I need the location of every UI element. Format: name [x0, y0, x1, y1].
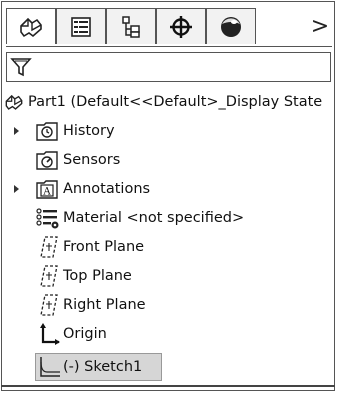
tree-filter-input[interactable] [6, 52, 331, 82]
feature-manager-icon [20, 17, 42, 37]
tree-item-label: Material <not specified> [63, 210, 245, 226]
chevron-right-icon: > [310, 13, 330, 39]
filter-icon [10, 58, 32, 77]
panel-bottom-border [1, 385, 335, 387]
tab-configuration-manager[interactable] [106, 8, 156, 44]
tab-scroll-right-button[interactable]: > [308, 12, 332, 40]
tree-item-label: History [63, 123, 115, 139]
tab-feature-manager[interactable] [6, 8, 56, 44]
history-icon [36, 122, 58, 141]
tree-item-label: Sensors [63, 152, 121, 168]
tree-item-label: Front Plane [63, 239, 145, 255]
tree-item-front-plane[interactable]: Front Plane [0, 233, 336, 261]
tree-root-part[interactable]: Part1 (Default<<Default>_Display State [0, 88, 336, 116]
tree-item-right-plane[interactable]: Right Plane [0, 291, 336, 319]
expand-arrow-icon[interactable] [14, 185, 19, 193]
expand-arrow-icon[interactable] [14, 127, 19, 135]
tree-item-label: Origin [63, 326, 107, 342]
tab-display-manager[interactable] [206, 8, 256, 44]
tree-item-annotations[interactable]: A Annotations [0, 175, 336, 203]
plane-icon [40, 294, 58, 316]
tab-divider [6, 46, 332, 47]
dimxpert-manager-icon [170, 15, 192, 38]
tree-item-label: Top Plane [63, 268, 132, 284]
tree-item-history[interactable]: History [0, 117, 336, 145]
origin-icon [40, 323, 60, 345]
tree-item-label: (-) Sketch1 [63, 359, 143, 375]
tree-item-label: Right Plane [63, 297, 146, 313]
tab-dimxpert-manager[interactable] [156, 8, 206, 44]
tab-property-manager[interactable] [56, 8, 106, 44]
display-manager-icon [221, 16, 241, 37]
tree-item-label: Annotations [63, 181, 151, 197]
plane-icon [40, 236, 58, 258]
annotations-icon: A [36, 180, 58, 199]
sketch-icon [40, 357, 60, 377]
property-manager-icon [71, 16, 91, 37]
tree-item-sketch1[interactable]: (-) Sketch1 [0, 353, 336, 381]
part-icon [5, 94, 23, 110]
tree-item-origin[interactable]: Origin [0, 320, 336, 348]
plane-icon [40, 265, 58, 287]
tree-item-top-plane[interactable]: Top Plane [0, 262, 336, 290]
material-icon [36, 208, 59, 229]
svg-text:A: A [42, 187, 51, 198]
tree-item-sensors[interactable]: Sensors [0, 146, 336, 174]
configuration-manager-icon [122, 15, 140, 38]
tree-root-label: Part1 (Default<<Default>_Display State [28, 94, 323, 110]
manager-tab-bar: > [6, 8, 332, 46]
tree-item-material[interactable]: Material <not specified> [0, 204, 336, 232]
sensors-icon [36, 151, 58, 170]
